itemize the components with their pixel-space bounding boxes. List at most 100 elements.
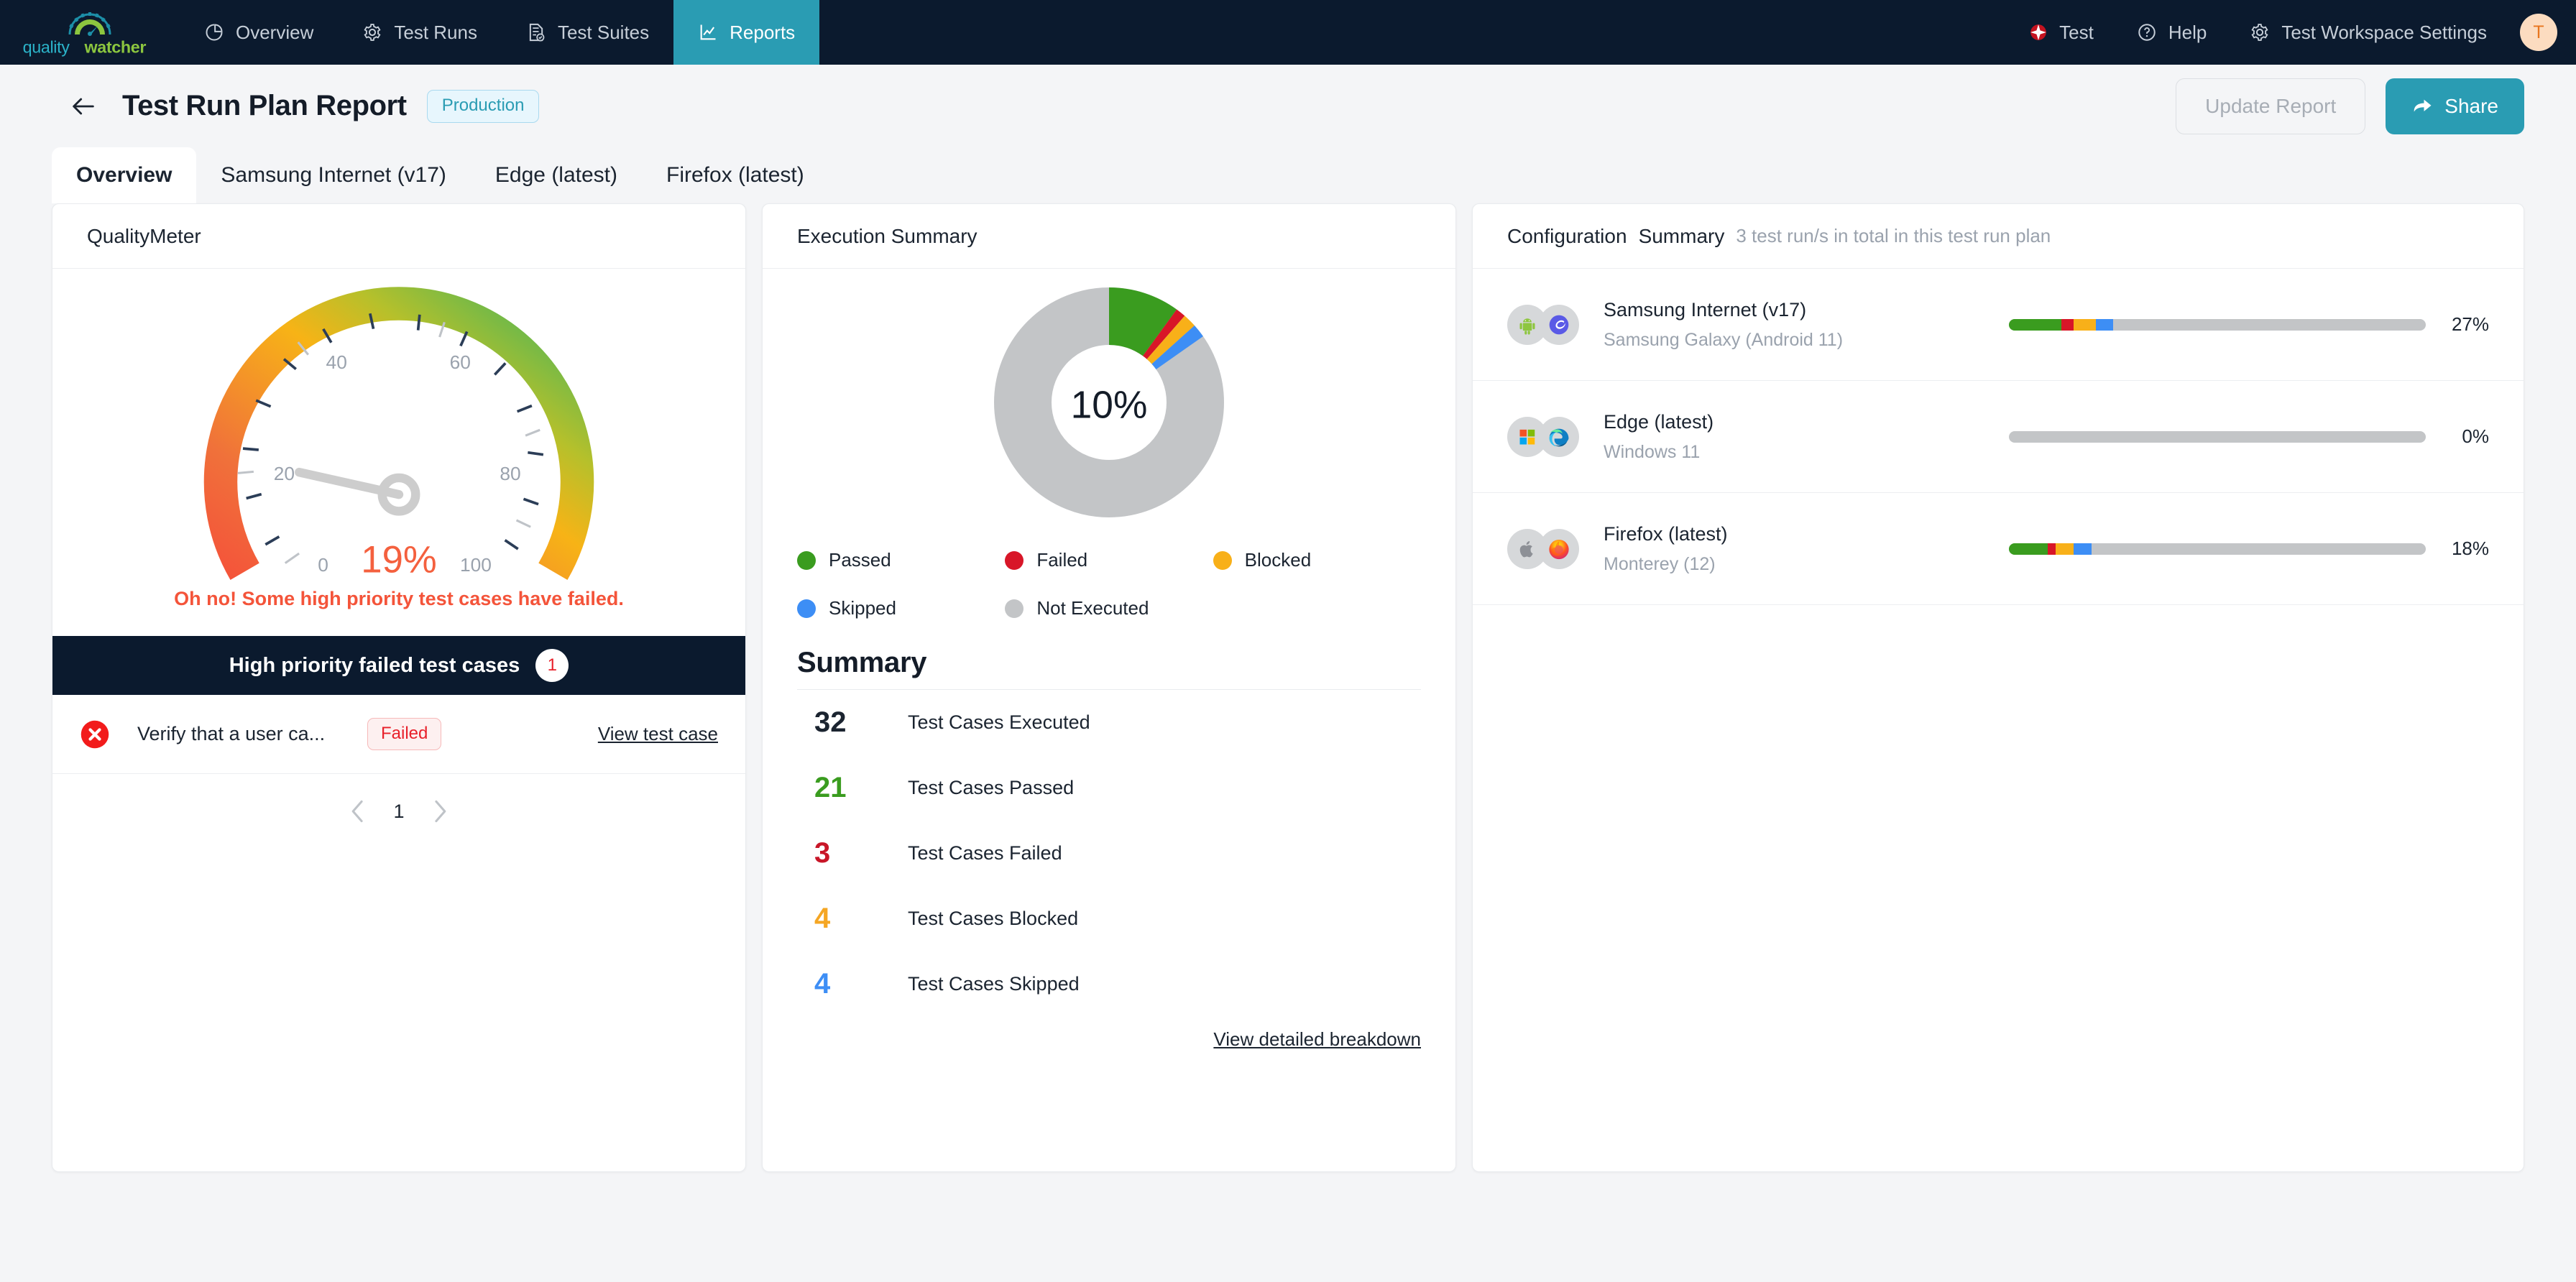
chevron-right-icon[interactable]	[432, 799, 448, 824]
page-title: Test Run Plan Report	[122, 90, 407, 121]
gauge-tick-40: 40	[326, 351, 347, 373]
high-priority-failed-label: High priority failed test cases	[229, 653, 520, 677]
summary-value-executed: 32	[814, 706, 847, 738]
report-content: QualityMeter 0 20 40 60 80 100 19% Oh no…	[0, 203, 2576, 1172]
header-actions: Update Report Share	[2176, 78, 2524, 134]
config-platform-samsung: Samsung Galaxy (Android 11)	[1604, 329, 1844, 350]
failed-test-case-name: Verify that a user ca...	[137, 723, 326, 744]
nav-item-reports[interactable]: Reports	[673, 0, 820, 65]
tab-label-overview: Overview	[76, 163, 172, 187]
legend-label-skipped: Skipped	[829, 597, 896, 619]
progress-segment-failed	[2061, 318, 2074, 331]
report-tabs: Overview Samsung Internet (v17) Edge (la…	[0, 147, 2576, 203]
nav-label-reports: Reports	[730, 21, 796, 43]
summary-value-blocked: 4	[814, 903, 831, 934]
user-avatar[interactable]: T	[2520, 14, 2557, 51]
progress-segment-skipped	[2095, 318, 2113, 331]
execution-summary-card: Execution Summary 10% Passed Failed Bloc…	[762, 203, 1456, 1172]
nav-item-overview[interactable]: Overview	[180, 0, 338, 65]
android-icon	[1519, 318, 1535, 334]
summary-label-executed: Test Cases Executed	[908, 711, 1090, 733]
execution-summary-title: Execution Summary	[797, 224, 978, 247]
configuration-summary-title: Configuration	[1507, 224, 1627, 247]
samsung-internet-icon	[1549, 315, 1569, 334]
quality-meter-title: QualityMeter	[87, 224, 201, 247]
tab-edge[interactable]: Edge (latest)	[471, 147, 642, 203]
config-progress-edge: 0%	[2009, 425, 2489, 448]
execution-legend: Passed Failed Blocked Skipped Not Execut…	[763, 517, 1455, 619]
nav-item-test-runs[interactable]: Test Runs	[338, 0, 502, 65]
config-percent-firefox: 18%	[2451, 538, 2489, 559]
share-button[interactable]: Share	[2386, 78, 2524, 134]
legend-item-failed: Failed	[1005, 549, 1213, 571]
gauge-chart: 0 20 40 60 80 100 19%	[203, 287, 594, 581]
nav-label-overview: Overview	[236, 21, 314, 43]
legend-label-passed: Passed	[829, 549, 891, 571]
config-name-samsung: Samsung Internet (v17)	[1604, 298, 1807, 320]
config-row-firefox[interactable]: Firefox (latest) Monterey (12) 18%	[1473, 493, 2524, 605]
config-name-firefox: Firefox (latest)	[1604, 522, 1728, 545]
summary-value-passed: 21	[814, 772, 847, 803]
high-priority-failed-count: 1	[535, 649, 569, 682]
top-navigation-bar: quality watcher Overview Test Runs Test …	[0, 0, 2576, 65]
summary-row-failed: 3 Test Cases Failed	[763, 821, 1455, 886]
nav-item-test-suites[interactable]: Test Suites	[502, 0, 673, 65]
tab-firefox[interactable]: Firefox (latest)	[642, 147, 829, 203]
edge-icon-bubble	[1539, 416, 1579, 457]
donut-center-label: 10%	[1071, 384, 1148, 426]
failed-cases-pagination: 1	[52, 774, 745, 849]
config-icons-samsung	[1507, 304, 1586, 345]
progress-segment-passed	[2009, 318, 2061, 331]
config-name-edge: Edge (latest)	[1604, 410, 1714, 433]
config-row-samsung-internet[interactable]: Samsung Internet (v17) Samsung Galaxy (A…	[1473, 269, 2524, 381]
gauge-tick-20: 20	[274, 463, 295, 484]
brand-wordmark: quality watcher	[23, 37, 147, 56]
arrow-left-icon[interactable]	[69, 92, 98, 121]
gauge-tick-80: 80	[500, 463, 520, 484]
failed-status-badge: Failed	[367, 718, 442, 750]
tab-overview[interactable]: Overview	[52, 147, 197, 203]
nav-item-test-workspace[interactable]: Test	[2007, 22, 2115, 44]
summary-label-failed: Test Cases Failed	[908, 842, 1062, 864]
config-icons-edge	[1507, 416, 1586, 457]
tab-samsung-internet[interactable]: Samsung Internet (v17)	[196, 147, 471, 203]
donut-chart: 10%	[994, 287, 1224, 517]
line-chart-icon	[700, 24, 716, 40]
configuration-summary-header: Configuration Summary 3 test run/s in to…	[1473, 204, 2524, 269]
summary-row-executed: 32 Test Cases Executed	[763, 690, 1455, 755]
firefox-icon-bubble	[1539, 528, 1579, 569]
avatar-initial: T	[2533, 22, 2544, 42]
summary-label-passed: Test Cases Passed	[908, 777, 1075, 798]
environment-badge: Production	[426, 89, 540, 123]
update-report-button[interactable]: Update Report	[2176, 78, 2366, 134]
gauge-tick-0: 0	[318, 554, 328, 576]
share-arrow-icon	[2414, 99, 2432, 111]
nav-label-test: Test	[2059, 21, 2094, 43]
nav-item-help[interactable]: Help	[2115, 22, 2228, 44]
legend-item-skipped: Skipped	[797, 597, 1005, 619]
legend-dot-not-executed	[1005, 599, 1024, 618]
view-detailed-breakdown-link[interactable]: View detailed breakdown	[1213, 1028, 1421, 1050]
brand-name-part1: quality	[23, 37, 70, 56]
brand-name-part2: watcher	[84, 37, 147, 56]
execution-donut: 10%	[763, 269, 1455, 517]
config-icons-firefox	[1507, 528, 1586, 569]
chevron-left-icon[interactable]	[350, 799, 366, 824]
gauge-needle	[295, 467, 420, 516]
nav-item-workspace-settings[interactable]: Test Workspace Settings	[2228, 22, 2508, 44]
config-row-edge[interactable]: Edge (latest) Windows 11 0%	[1473, 381, 2524, 493]
progress-track-samsung	[2009, 318, 2426, 331]
failed-test-case-row[interactable]: Verify that a user ca... Failed View tes…	[52, 695, 745, 774]
progress-segment-failed	[2047, 543, 2056, 555]
progress-track-edge	[2009, 430, 2426, 443]
legend-dot-failed	[1005, 550, 1024, 570]
document-check-icon	[529, 23, 545, 42]
app-logo[interactable]: quality watcher	[0, 0, 180, 65]
pagination-current-page[interactable]: 1	[393, 801, 404, 823]
x-circle-icon	[80, 720, 109, 748]
config-progress-firefox: 18%	[2009, 538, 2489, 560]
view-test-case-link[interactable]: View test case	[598, 723, 718, 745]
legend-dot-passed	[797, 550, 816, 570]
configuration-summary-title2: Summary	[1638, 224, 1725, 247]
view-breakdown-container: View detailed breakdown	[763, 1017, 1455, 1051]
